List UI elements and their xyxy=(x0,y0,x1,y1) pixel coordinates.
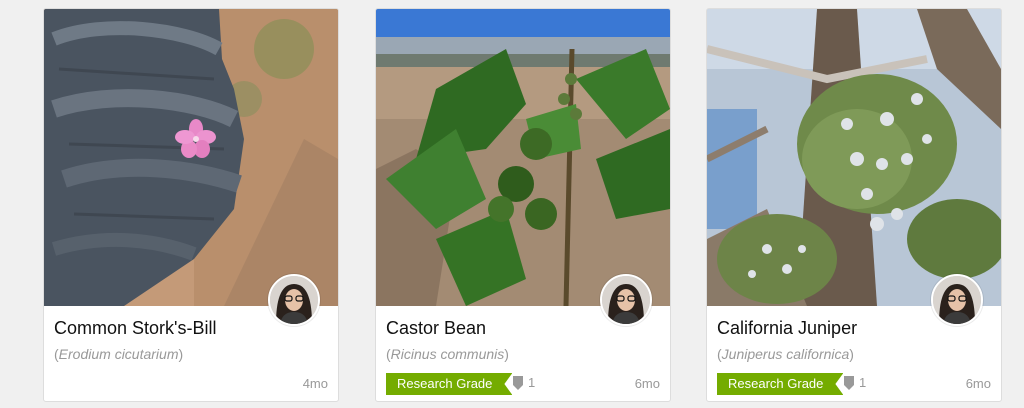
observation-photo[interactable] xyxy=(44,9,338,306)
avatar[interactable] xyxy=(931,274,983,326)
scientific-name: (Erodium cicutarium) xyxy=(54,346,184,362)
observation-age: 6mo xyxy=(965,376,991,391)
castor-bean-photo-image xyxy=(376,9,670,306)
observation-photo[interactable] xyxy=(707,9,1001,306)
user-avatar-image xyxy=(602,276,650,324)
identifications-count-value: 1 xyxy=(528,375,536,390)
quality-grade-badge: Research Grade xyxy=(717,373,843,395)
observation-card[interactable]: Common Stork's-Bill (Erodium cicutarium)… xyxy=(43,8,339,402)
identifications-count-value: 1 xyxy=(859,375,867,390)
user-avatar-image xyxy=(270,276,318,324)
avatar[interactable] xyxy=(268,274,320,326)
identifications-count: 1 xyxy=(513,375,535,390)
juniper-photo-image xyxy=(707,9,1001,306)
identification-shield-icon xyxy=(513,375,523,390)
identification-shield-icon xyxy=(844,375,854,390)
user-avatar-image xyxy=(933,276,981,324)
scientific-name: (Ricinus communis) xyxy=(386,346,509,362)
observation-card[interactable]: Castor Bean (Ricinus communis) Research … xyxy=(375,8,671,402)
avatar[interactable] xyxy=(600,274,652,326)
scientific-name-text: Ricinus communis xyxy=(390,346,505,362)
common-name[interactable]: Castor Bean xyxy=(386,318,486,339)
quality-grade-badge: Research Grade xyxy=(386,373,512,395)
common-name[interactable]: Common Stork's-Bill xyxy=(54,318,216,339)
observation-photo[interactable] xyxy=(376,9,670,306)
observation-age: 4mo xyxy=(302,376,328,391)
observation-age: 6mo xyxy=(634,376,660,391)
identifications-count: 1 xyxy=(844,375,866,390)
scientific-name-text: Erodium cicutarium xyxy=(58,346,179,362)
common-name[interactable]: California Juniper xyxy=(717,318,857,339)
scientific-name: (Juniperus californica) xyxy=(717,346,854,362)
observation-card[interactable]: California Juniper (Juniperus californic… xyxy=(706,8,1002,402)
stork-bill-photo-image xyxy=(44,9,338,306)
scientific-name-text: Juniperus californica xyxy=(721,346,850,362)
